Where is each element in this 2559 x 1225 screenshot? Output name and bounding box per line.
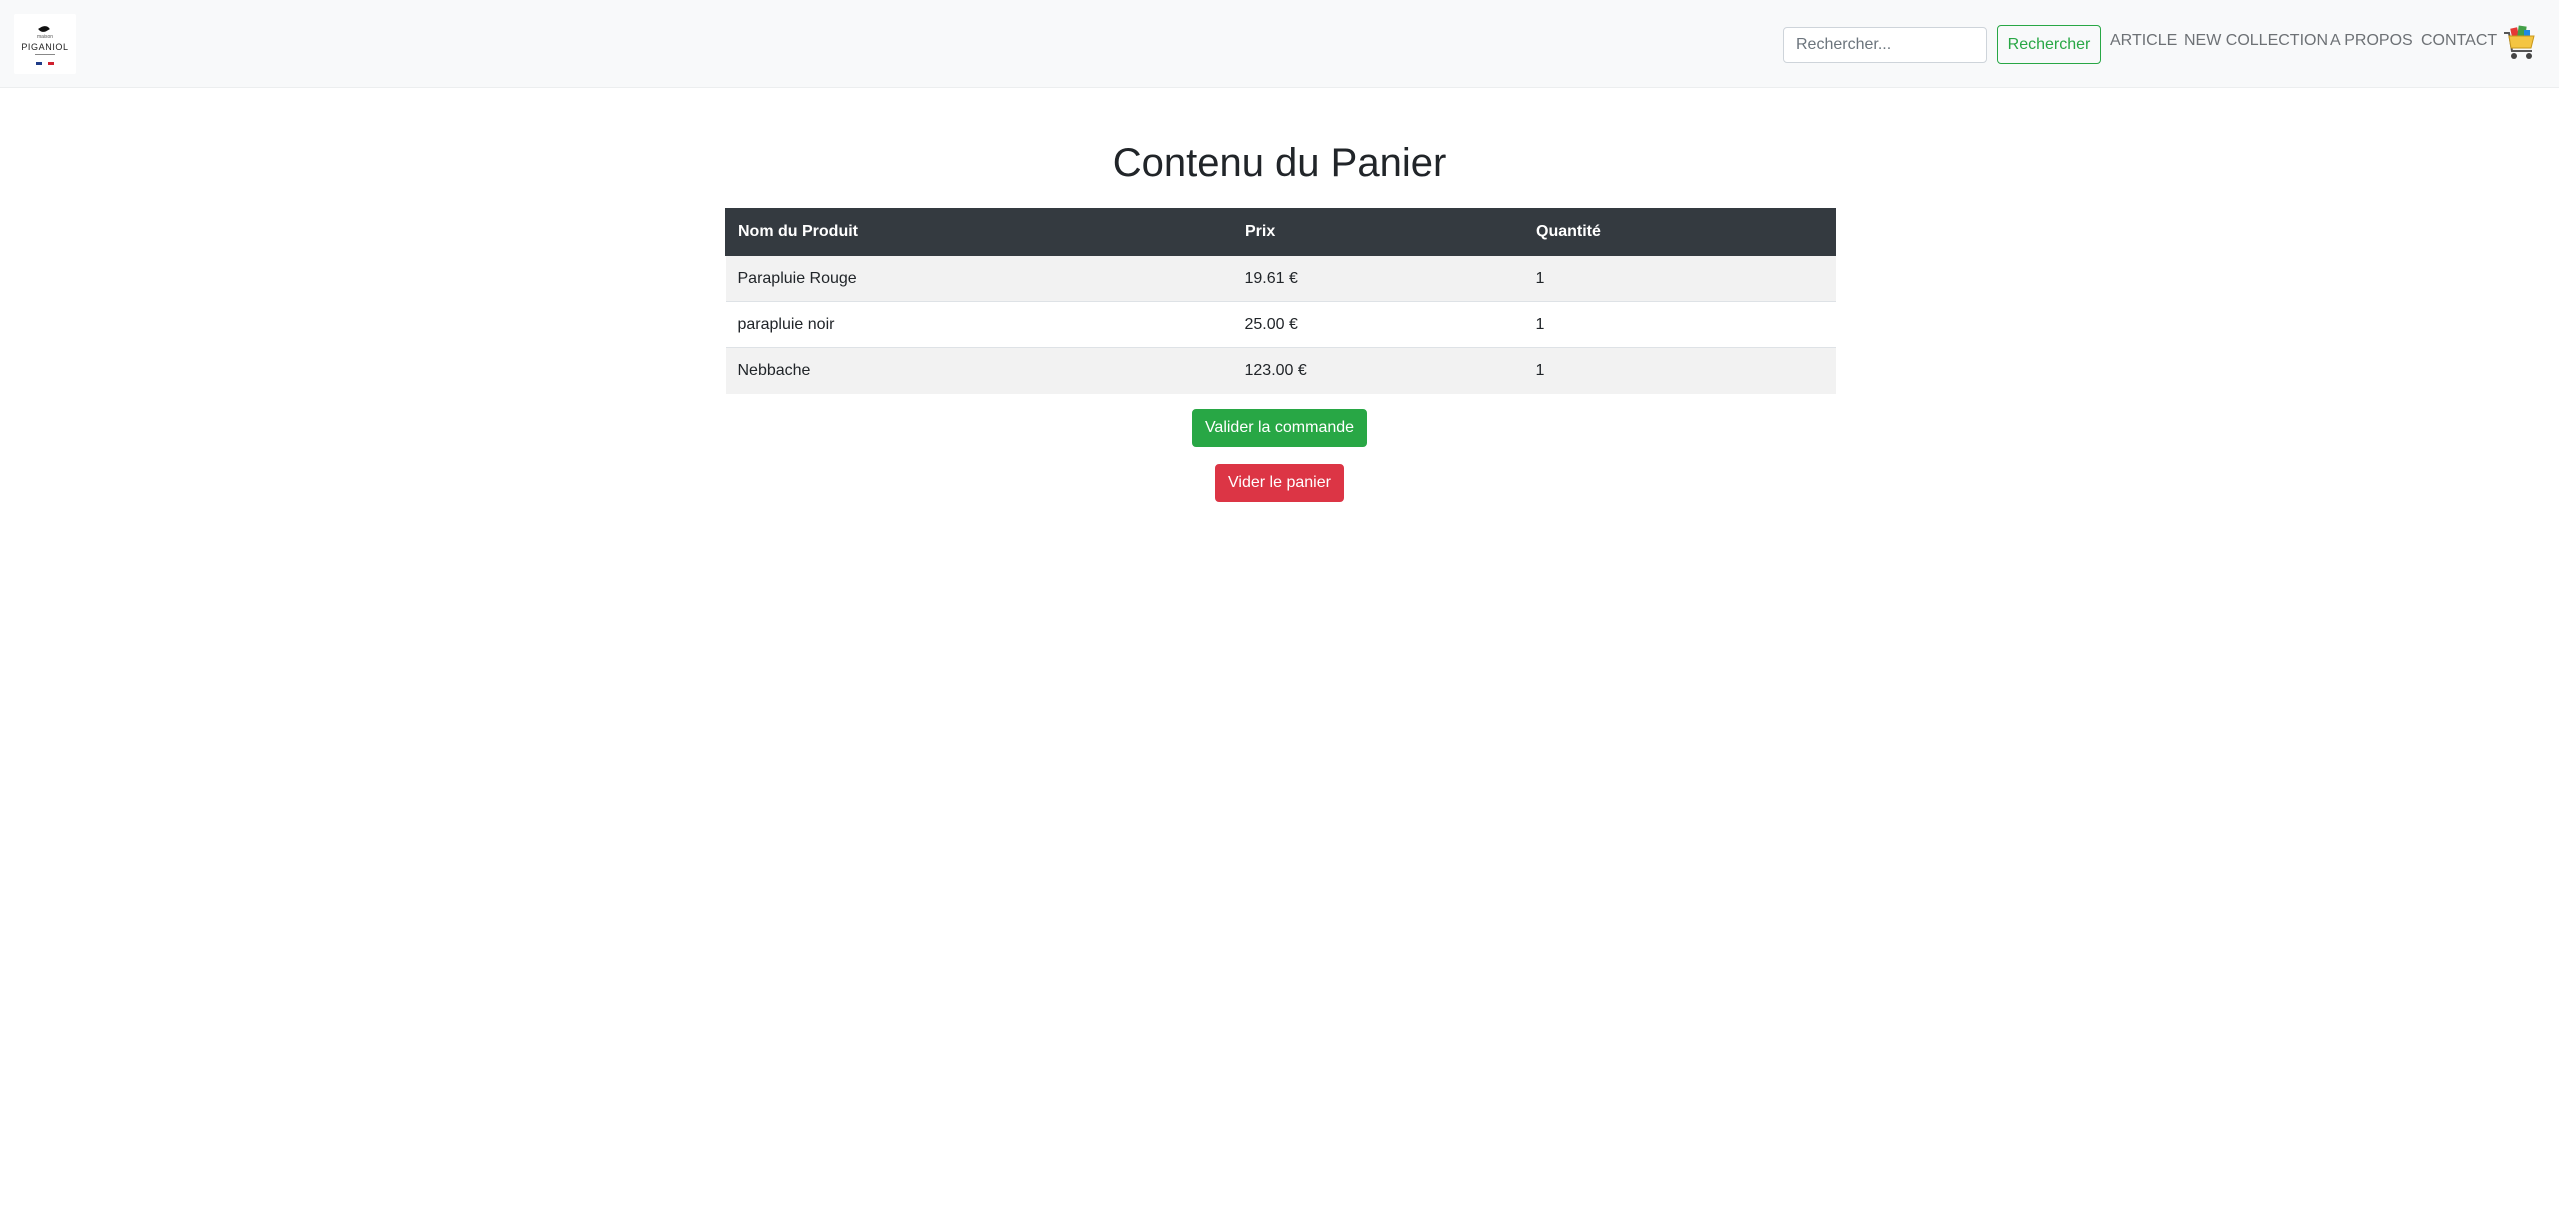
cell-quantity: 1	[1523, 301, 1836, 348]
cell-quantity: 1	[1523, 347, 1836, 394]
nav-link-contact[interactable]: CONTACT	[2421, 31, 2497, 51]
table-row: parapluie noir 25.00 € 1	[725, 301, 1836, 348]
search-button[interactable]: Rechercher	[1997, 25, 2101, 64]
logo-brand-name: PIGANIOL	[21, 42, 69, 52]
cell-product-name: parapluie noir	[725, 301, 1233, 348]
nav-link-new-collection[interactable]: NEW COLLECTION	[2184, 31, 2328, 51]
cell-price: 19.61 €	[1232, 255, 1524, 302]
column-header-price: Prix	[1232, 208, 1524, 256]
cell-price: 123.00 €	[1232, 347, 1524, 394]
leaf-icon	[38, 23, 50, 35]
shopping-cart-icon[interactable]	[2502, 24, 2536, 62]
flag-red-stripe	[48, 62, 54, 65]
cell-price: 25.00 €	[1232, 301, 1524, 348]
cell-product-name: Parapluie Rouge	[725, 255, 1233, 302]
table-header-row: Nom du Produit Prix Quantité	[725, 208, 1836, 256]
cell-quantity: 1	[1523, 255, 1836, 302]
page-title: Contenu du Panier	[1112, 141, 1447, 185]
column-header-product-name: Nom du Produit	[725, 208, 1233, 256]
search-input[interactable]	[1783, 27, 1987, 63]
cart-table: Nom du Produit Prix Quantité Parapluie R…	[725, 208, 1836, 394]
empty-cart-button[interactable]: Vider le panier	[1215, 464, 1344, 502]
brand-logo[interactable]: maison PIGANIOL	[14, 14, 76, 74]
top-navbar: maison PIGANIOL Rechercher ARTICLE NEW C…	[0, 0, 2559, 88]
logo-tagline: maison	[36, 34, 54, 40]
logo-divider	[35, 54, 55, 55]
nav-link-article[interactable]: ARTICLE	[2110, 31, 2177, 51]
table-row: Parapluie Rouge 19.61 € 1	[725, 255, 1836, 302]
validate-order-button[interactable]: Valider la commande	[1192, 409, 1367, 447]
column-header-quantity: Quantité	[1523, 208, 1836, 256]
nav-link-a-propos[interactable]: A PROPOS	[2330, 31, 2413, 51]
cell-product-name: Nebbache	[725, 347, 1233, 394]
table-row: Nebbache 123.00 € 1	[725, 347, 1836, 394]
